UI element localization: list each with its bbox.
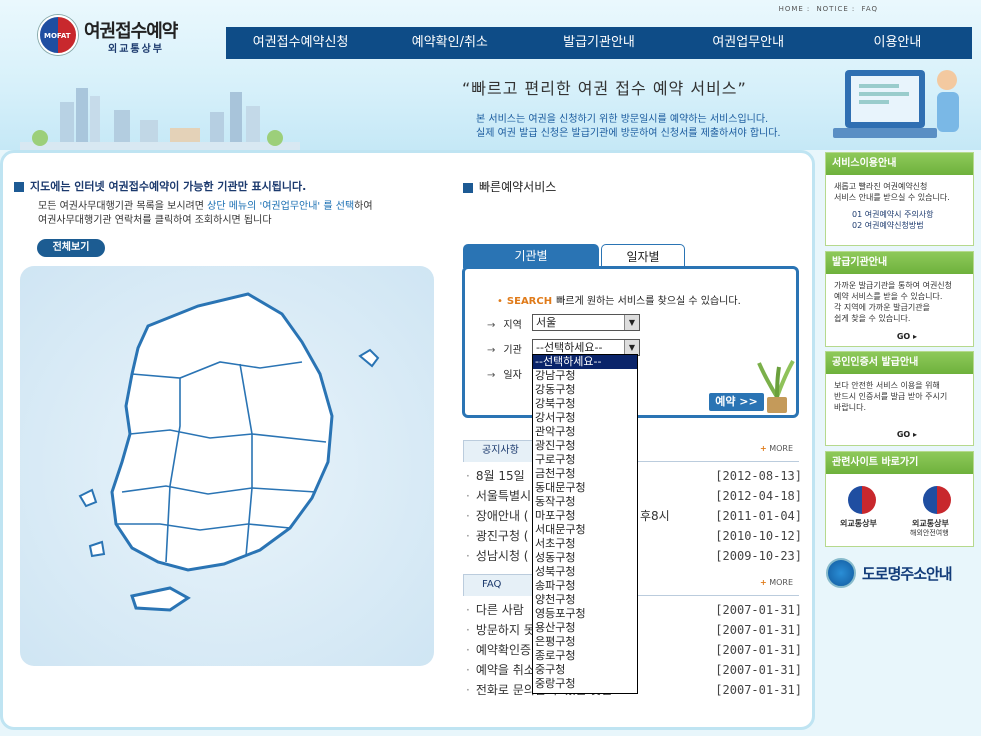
- nav-reservation-check[interactable]: 예약확인/취소: [375, 27, 524, 59]
- dropdown-option[interactable]: 송파구청: [533, 579, 637, 593]
- map-desc-1: 모든 여권사무대행기관 목록을 보시려면 상단 메뉴의 '여권업무안내' 를 선…: [38, 201, 373, 212]
- issuing-go-button[interactable]: GO ▸: [897, 332, 917, 341]
- faq-more-link[interactable]: + MORE: [760, 578, 793, 587]
- cert-go-button[interactable]: GO ▸: [897, 430, 917, 439]
- korea-map-panel: [20, 266, 434, 666]
- dropdown-option[interactable]: 강북구청: [533, 397, 637, 411]
- notice-link[interactable]: NOTICE: [816, 5, 848, 13]
- dropdown-option[interactable]: 동대문구청: [533, 481, 637, 495]
- sidebar-cert-title[interactable]: 공인인증서 발급안내: [826, 352, 973, 374]
- notice-tab[interactable]: 공지사항: [463, 440, 543, 462]
- travel-safety-link-icon[interactable]: [923, 486, 951, 514]
- faq-link[interactable]: FAQ: [861, 5, 878, 13]
- nav-reservation-apply[interactable]: 여권접수예약신청: [226, 27, 375, 59]
- dropdown-option[interactable]: 금천구청: [533, 467, 637, 481]
- service-method-link[interactable]: 02 여권예약신청방법: [834, 220, 965, 231]
- dropdown-option[interactable]: 서초구청: [533, 537, 637, 551]
- main-nav: 여권접수예약신청 예약확인/취소 발급기관안내 여권업무안내 이용안내: [226, 27, 972, 59]
- dropdown-option[interactable]: 중구청: [533, 663, 637, 677]
- arrow-icon: →: [487, 320, 496, 331]
- dropdown-option[interactable]: 은평구청: [533, 635, 637, 649]
- site-logo[interactable]: MOFAT 여권접수예약 외교통상부: [38, 15, 198, 59]
- quick-reservation-heading: 빠른예약서비스: [463, 178, 556, 195]
- dropdown-option[interactable]: 영등포구청: [533, 607, 637, 621]
- tab-by-organization[interactable]: 기관별: [463, 244, 599, 268]
- sidebar-links-title: 관련사이트 바로가기: [826, 452, 973, 474]
- service-caution-link[interactable]: 01 여권예약시 주의사항: [834, 209, 965, 220]
- dropdown-option[interactable]: --선택하세요--: [533, 355, 637, 369]
- nav-passport-service[interactable]: 여권업무안내: [674, 27, 823, 59]
- dropdown-option[interactable]: 강남구청: [533, 369, 637, 383]
- banner-desc-2: 실제 여권 발급 신청은 발급기관에 방문하여 신청서를 제출하셔야 합니다.: [476, 128, 781, 139]
- reservation-tabs: 기관별 일자별: [463, 244, 799, 268]
- top-utility-nav: HOME: NOTICE: FAQ: [778, 5, 878, 13]
- banner-desc-1: 본 서비스는 여권을 신청하기 위한 방문일시를 예약하는 서비스입니다.: [476, 114, 769, 125]
- dropdown-option[interactable]: 광진구청: [533, 439, 637, 453]
- mofat-seal-icon: MOFAT: [38, 15, 78, 55]
- city-skyline-illustration: [20, 88, 300, 150]
- globe-icon: [826, 558, 856, 588]
- dropdown-option[interactable]: 강동구청: [533, 383, 637, 397]
- org-row: → 기관: [487, 345, 522, 356]
- nav-issuing-office[interactable]: 발급기관안내: [524, 27, 673, 59]
- header: MOFAT 여권접수예약 외교통상부 HOME: NOTICE: FAQ 여권접…: [0, 0, 981, 150]
- sidebar-service-guide: 서비스이용안내 새롭고 빨라진 여권예약신청 서비스 안내를 받으실 수 있습니…: [825, 152, 974, 246]
- full-view-button[interactable]: 전체보기: [37, 239, 105, 257]
- dropdown-option[interactable]: 성북구청: [533, 565, 637, 579]
- banner-slogan: “빠르고 편리한 여권 접수 예약 서비스”: [462, 79, 747, 98]
- plant-illustration-icon: [757, 360, 795, 413]
- dropdown-option[interactable]: 중랑구청: [533, 677, 637, 691]
- map-heading: 지도에는 인터넷 여권접수예약이 가능한 기관만 표시됩니다.: [30, 180, 307, 193]
- bullet-square-icon: [14, 182, 24, 192]
- mofat-link-icon[interactable]: [848, 486, 876, 514]
- region-select[interactable]: 서울 ▼: [532, 314, 640, 331]
- org-dropdown-list: --선택하세요-- 강남구청 강동구청 강북구청 강서구청 관악구청 광진구청 구로구청 금천구…: [532, 354, 638, 694]
- sidebar-related-sites: 관련사이트 바로가기 외교통상부 외교통상부 해외안전여행: [825, 451, 974, 547]
- sidebar-service-title[interactable]: 서비스이용안내: [826, 153, 973, 175]
- home-link[interactable]: HOME: [779, 5, 804, 13]
- arrow-icon: →: [487, 370, 496, 381]
- dropdown-option[interactable]: 관악구청: [533, 425, 637, 439]
- notice-more-link[interactable]: + MORE: [760, 444, 793, 453]
- date-row: → 일자: [487, 370, 522, 381]
- nav-usage-guide[interactable]: 이용안내: [823, 27, 972, 59]
- dropdown-option[interactable]: 강서구청: [533, 411, 637, 425]
- tab-by-date[interactable]: 일자별: [601, 244, 685, 268]
- computer-illustration-icon: [833, 70, 959, 138]
- bullet-square-icon: [463, 182, 473, 193]
- arrow-icon: →: [487, 345, 496, 356]
- sidebar-issuing-office: 발급기관안내 가까운 발급기관을 통하여 여권신청 예약 서비스를 받을 수 있…: [825, 251, 974, 347]
- chevron-down-icon: ▼: [624, 340, 639, 355]
- dropdown-option[interactable]: 구로구청: [533, 453, 637, 467]
- map-instructions: 지도에는 인터넷 여권접수예약이 가능한 기관만 표시됩니다. 모든 여권사무대…: [14, 178, 434, 226]
- chevron-down-icon: ▼: [624, 315, 639, 330]
- dropdown-option[interactable]: 양천구청: [533, 593, 637, 607]
- road-address-banner[interactable]: 도로명주소안내: [826, 556, 976, 590]
- region-row: → 지역: [487, 320, 522, 331]
- dropdown-option[interactable]: 용산구청: [533, 621, 637, 635]
- search-title: • SEARCH 빠르게 원하는 서비스를 찾으실 수 있습니다.: [497, 296, 741, 307]
- faq-tab[interactable]: FAQ: [463, 574, 543, 596]
- map-desc-2: 여권사무대행기관 연락처를 클릭하여 조회하시면 됩니다: [38, 215, 272, 226]
- logo-subtitle: 외교통상부: [108, 44, 164, 55]
- korea-map[interactable]: [20, 266, 434, 666]
- dropdown-option[interactable]: 마포구청: [533, 509, 637, 523]
- sidebar-issuing-title[interactable]: 발급기관안내: [826, 252, 973, 274]
- dropdown-option[interactable]: 성동구청: [533, 551, 637, 565]
- reserve-button[interactable]: 예약 >>: [709, 393, 764, 411]
- dropdown-option[interactable]: 동작구청: [533, 495, 637, 509]
- sidebar-certificate: 공인인증서 발급안내 보다 안전한 서비스 이용을 위해 반드시 인증서를 발급…: [825, 351, 974, 446]
- dropdown-option[interactable]: 종로구청: [533, 649, 637, 663]
- dropdown-option[interactable]: 서대문구청: [533, 523, 637, 537]
